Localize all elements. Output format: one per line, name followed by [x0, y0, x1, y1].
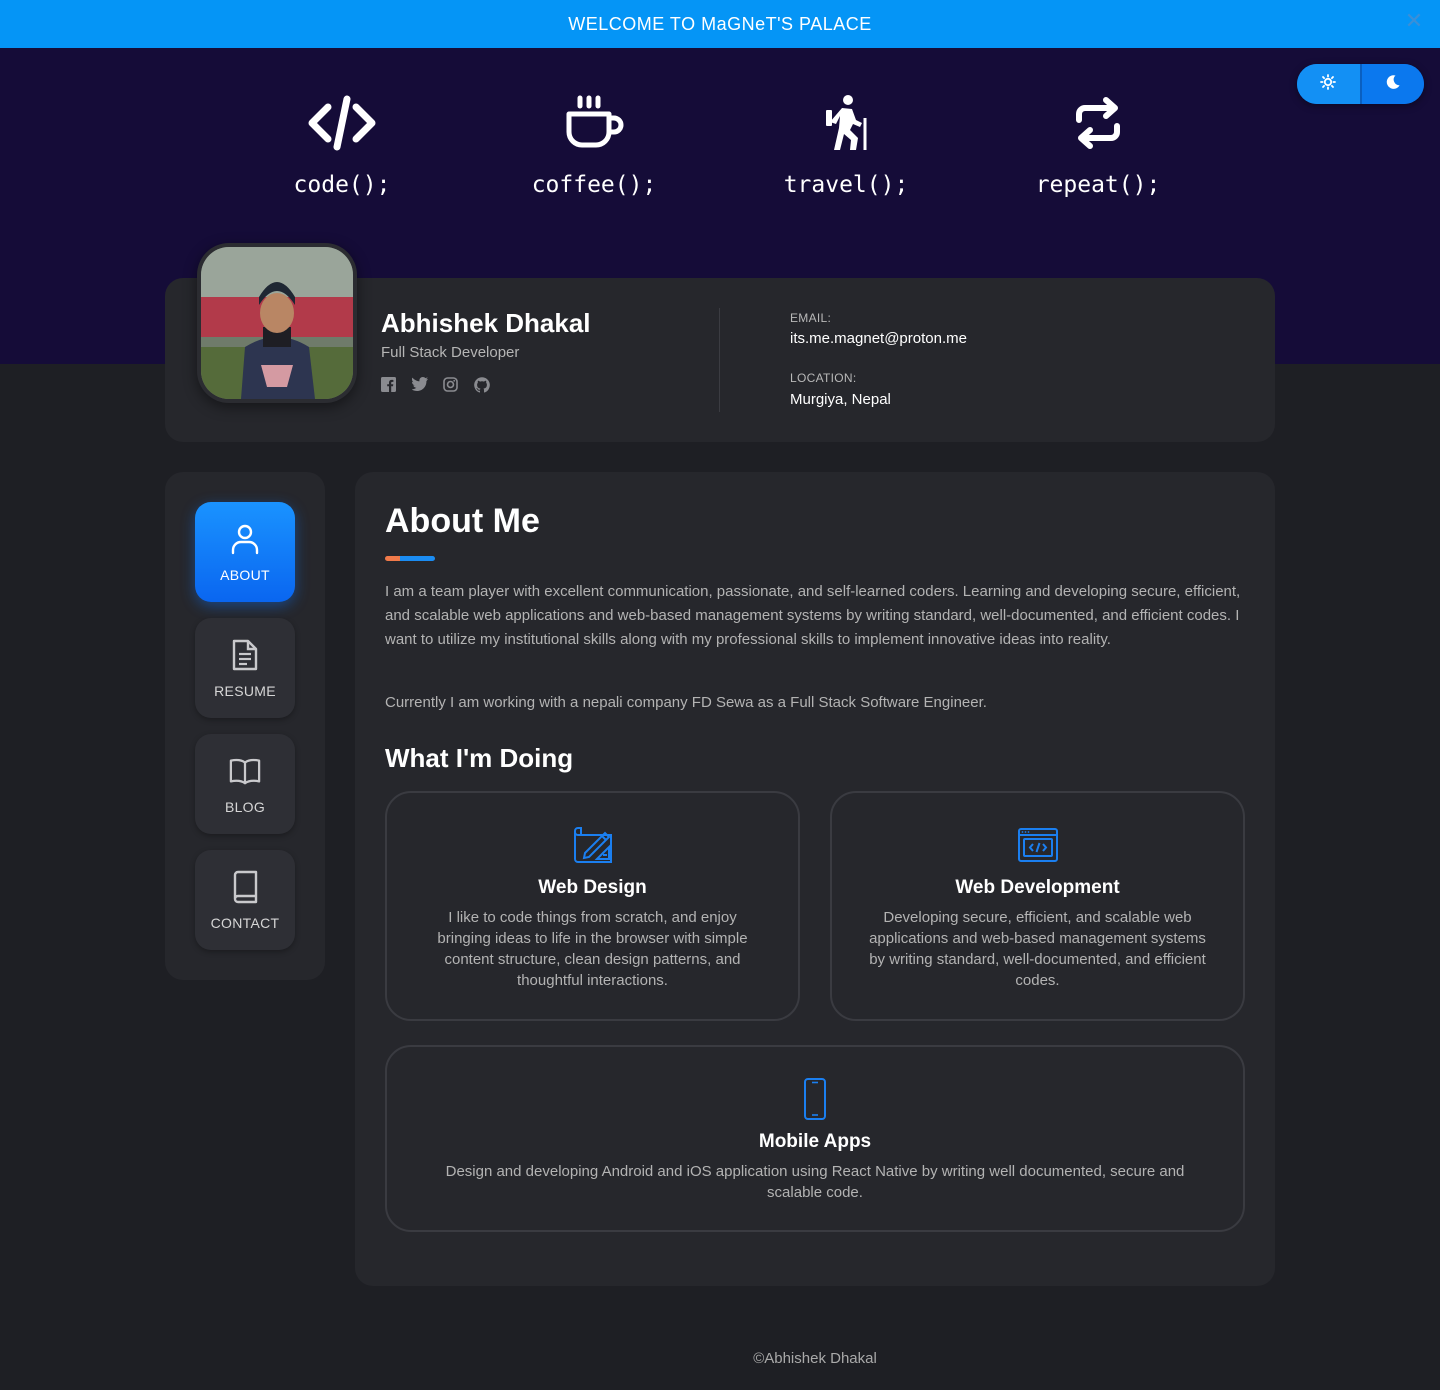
user-icon: [229, 521, 261, 557]
service-text: Developing secure, efficient, and scalab…: [869, 909, 1206, 989]
welcome-text: WELCOME TO MaGNeT'S PALACE: [568, 13, 872, 34]
nav-label: BLOG: [224, 799, 266, 815]
coffee-icon: [494, 92, 694, 154]
footer-text: ©Abhishek Dhakal: [753, 1350, 877, 1367]
hero-label: coffee();: [531, 172, 657, 198]
open-book-icon: [229, 753, 261, 789]
mobile-icon: [423, 1077, 1207, 1121]
email-label: EMAIL:: [790, 311, 832, 325]
nav-contact[interactable]: CONTACT: [195, 850, 295, 950]
moon-icon: [1385, 74, 1401, 95]
design-icon: [427, 823, 758, 867]
service-title: Web Development: [955, 877, 1120, 898]
hero-item-code: code();: [242, 92, 442, 198]
service-title: Mobile Apps: [758, 1131, 872, 1152]
title-underline: [385, 556, 435, 561]
hero-item-repeat: repeat();: [998, 92, 1198, 198]
book-icon: [229, 869, 261, 905]
location-value: Murgiya, Nepal: [790, 391, 891, 408]
nav-resume[interactable]: RESUME: [195, 618, 295, 718]
instagram-icon[interactable]: [443, 377, 459, 393]
service-card-web-design: Web Design I like to code things from sc…: [385, 791, 800, 1021]
hero-label: repeat();: [1035, 172, 1161, 198]
welcome-banner: WELCOME TO MaGNeT'S PALACE ✕: [0, 0, 1440, 48]
social-links: [381, 377, 490, 393]
web-dev-icon: [868, 823, 1207, 867]
avatar: [197, 243, 357, 403]
document-icon: [229, 637, 261, 673]
profile-name: Abhishek Dhakal: [381, 308, 591, 338]
hero-label: travel();: [783, 172, 909, 198]
sun-icon: [1320, 73, 1337, 95]
twitter-icon[interactable]: [412, 377, 428, 393]
hiking-icon: [746, 92, 946, 154]
about-paragraph-1: I am a team player with excellent commun…: [385, 583, 1241, 648]
service-card-web-development: Web Development Developing secure, effic…: [830, 791, 1245, 1021]
service-card-mobile-apps: Mobile Apps Design and developing Androi…: [385, 1045, 1245, 1232]
dark-mode-button[interactable]: [1361, 64, 1424, 104]
nav-label: ABOUT: [220, 567, 270, 583]
theme-toggle[interactable]: [1297, 64, 1424, 104]
facebook-icon[interactable]: [381, 377, 397, 393]
doing-title: What I'm Doing: [385, 743, 574, 773]
about-paragraph-2: Currently I am working with a nepali com…: [385, 694, 987, 711]
nav-label: CONTACT: [210, 915, 280, 931]
service-text: I like to code things from scratch, and …: [437, 909, 748, 989]
service-text: Design and developing Android and iOS ap…: [445, 1163, 1185, 1201]
code-icon: [242, 92, 442, 154]
profile-divider: [719, 308, 720, 412]
hero-item-travel: travel();: [746, 92, 946, 198]
profile-role: Full Stack Developer: [381, 344, 520, 361]
email-value[interactable]: its.me.magnet@proton.me: [790, 330, 967, 347]
light-mode-button[interactable]: [1297, 64, 1362, 104]
about-title: About Me: [385, 502, 540, 540]
service-title: Web Design: [538, 877, 647, 898]
nav-blog[interactable]: BLOG: [195, 734, 295, 834]
nav-about[interactable]: ABOUT: [195, 502, 295, 602]
close-icon[interactable]: ✕: [1404, 10, 1424, 32]
github-icon[interactable]: [474, 377, 490, 393]
hero-label: code();: [293, 172, 391, 198]
location-label: LOCATION:: [790, 371, 857, 385]
repeat-icon: [998, 92, 1198, 154]
nav-label: RESUME: [214, 683, 276, 699]
hero-item-coffee: coffee();: [494, 92, 694, 198]
